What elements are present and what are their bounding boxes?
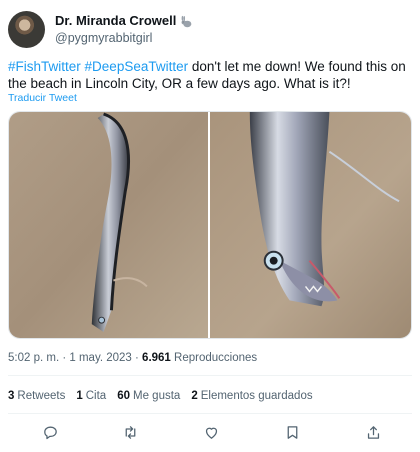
bookmark-icon [287,425,297,439]
views-label: Reproducciones [170,352,258,364]
share-icon [367,425,379,439]
reply-icon [43,426,57,439]
retweets-stat[interactable]: 3 Retweets [8,390,65,402]
avatar[interactable] [8,11,45,48]
engagement-stats: 3 Retweets 1 Cita 60 Me gusta 2 Elementos gu… [8,390,324,402]
media-photo-1[interactable] [9,112,210,338]
tweet-date[interactable]: 1 may. 2023 [69,352,131,364]
quotes-label: Cita [85,390,107,402]
action-bar [0,421,420,443]
bookmarks-label: Elementos guardados [200,390,313,402]
quotes-stat[interactable]: 1 Cita [76,390,106,402]
tweet-header: Dr. Miranda Crowell @pygmyrabbitgirl [8,11,193,48]
likes-count: 60 [117,390,130,402]
retweets-count: 3 [8,390,15,402]
fish-photo-full-body [9,112,208,338]
divider [8,413,412,414]
retweet-button[interactable] [119,421,141,443]
fish-photo-head-closeup [210,112,411,338]
tweet-media [8,111,412,339]
views-count: 6.961 [142,352,171,364]
author-block: Dr. Miranda Crowell @pygmyrabbitgirl [55,13,193,46]
heart-icon [205,427,217,439]
like-button[interactable] [200,421,222,443]
meta-separator: · [131,352,143,364]
quotes-count: 1 [76,390,83,402]
likes-label: Me gusta [133,390,181,402]
likes-stat[interactable]: 60 Me gusta [117,390,180,402]
divider [8,375,412,376]
share-button[interactable] [362,421,384,443]
hashtag-link-deepseatwitter[interactable]: #DeepSeaTwitter [85,59,189,74]
bookmark-button[interactable] [281,421,303,443]
author-display-name[interactable]: Dr. Miranda Crowell [55,13,176,29]
bookmarks-count: 2 [191,390,198,402]
reply-button[interactable] [39,421,61,443]
rabbit-emoji-icon [181,15,192,27]
tweet-time[interactable]: 5:02 p. m. [8,352,59,364]
author-handle[interactable]: @pygmyrabbitgirl [55,30,193,46]
tweet-text: #FishTwitter #DeepSeaTwitter don't let m… [8,58,412,92]
bookmarks-stat[interactable]: 2 Elementos guardados [191,390,312,402]
retweet-icon [125,425,135,439]
translate-tweet-link[interactable]: Traducir Tweet [8,92,77,104]
author-name-row[interactable]: Dr. Miranda Crowell [55,13,193,29]
media-photo-2[interactable] [210,112,411,338]
meta-separator: · [59,352,70,364]
hashtag-link-fishtwitter[interactable]: #FishTwitter [8,59,81,74]
tweet-meta: 5:02 p. m. · 1 may. 2023 · 6.961 Reprodu… [8,352,257,364]
retweets-label: Retweets [17,390,66,402]
